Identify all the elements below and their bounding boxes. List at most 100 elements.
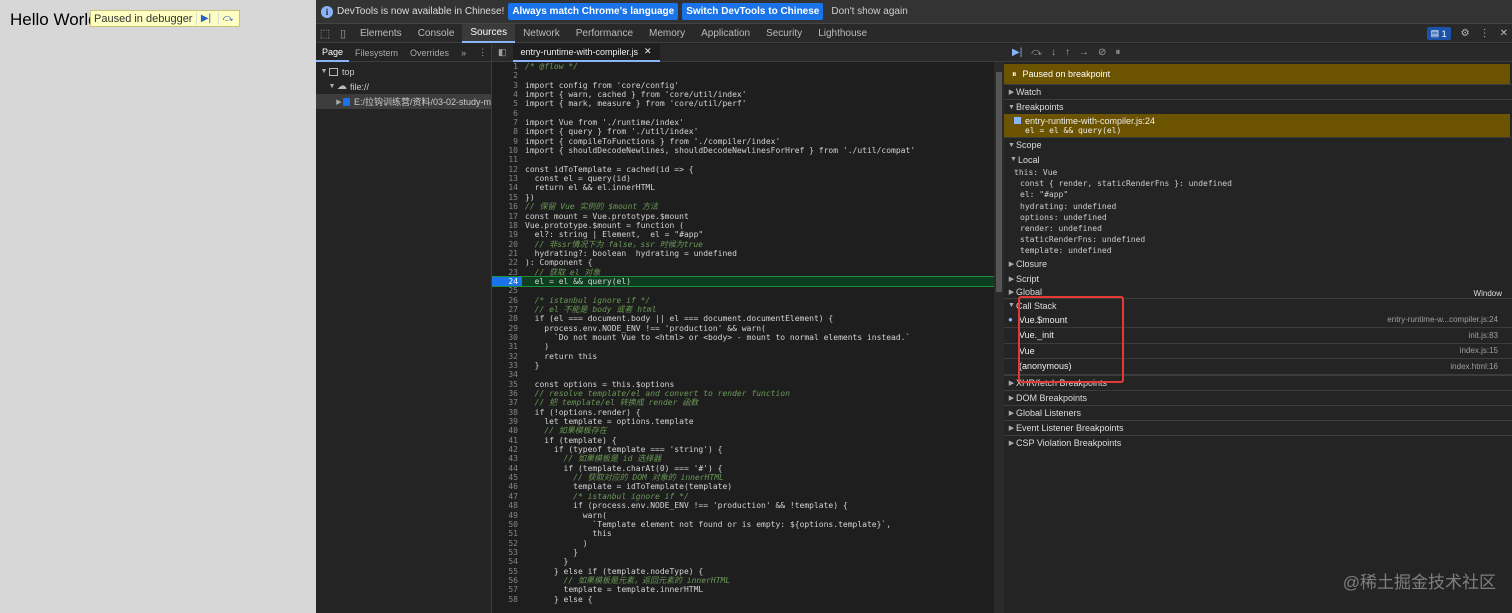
line-number[interactable]: 58 <box>492 595 522 604</box>
line-number[interactable]: 37 <box>492 398 522 407</box>
scope-variable[interactable]: template: undefined <box>1004 245 1512 256</box>
code-line[interactable]: 23 // 获取 el 对象 <box>492 268 994 277</box>
code-line[interactable]: 50 `Template element not found or is emp… <box>492 520 994 529</box>
call-frame[interactable]: Vue index.js:15 <box>1004 344 1512 359</box>
step-into-icon[interactable]: ↓ <box>1051 47 1056 58</box>
line-number[interactable]: 19 <box>492 230 522 239</box>
tab-memory[interactable]: Memory <box>641 24 693 43</box>
scope-variable[interactable]: el: "#app" <box>1004 189 1512 200</box>
line-number[interactable]: 36 <box>492 389 522 398</box>
scope-closure[interactable]: ▶ Closure <box>1004 257 1512 272</box>
nav-tab-filesystem[interactable]: Filesystem <box>349 44 404 62</box>
frame-location[interactable]: entry-runtime-w...compiler.js:24 <box>1387 315 1498 324</box>
more-options-icon[interactable]: ⋮ <box>1480 28 1490 39</box>
frame-location[interactable]: init.js:83 <box>1469 331 1498 340</box>
call-frame[interactable]: ● Vue.$mount entry-runtime-w...compiler.js… <box>1004 313 1512 328</box>
settings-icon[interactable]: ⚙ <box>1461 28 1470 39</box>
line-number[interactable]: 25 <box>492 286 522 295</box>
code-line[interactable]: 22): Component { <box>492 258 994 267</box>
step-icon[interactable]: → <box>1079 47 1089 58</box>
code-line[interactable]: 18 Vue.prototype.$mount = function ( <box>492 221 994 230</box>
nav-menu-icon[interactable]: ⋮ <box>472 44 493 62</box>
section-global-listeners[interactable]: ▶ Global Listeners <box>1004 404 1512 420</box>
line-number[interactable]: 6 <box>492 109 522 118</box>
switch-chinese-button[interactable]: Switch DevTools to Chinese <box>682 3 824 20</box>
code-line[interactable]: 27 // el 不能是 body 或者 html <box>492 305 994 314</box>
line-number[interactable]: 3 <box>492 81 522 90</box>
editor-file-tab[interactable]: entry-runtime-with-compiler.js ✕ <box>512 43 660 62</box>
line-number[interactable]: 29 <box>492 324 522 333</box>
pause-exceptions-icon[interactable]: ⏸ <box>1115 47 1120 58</box>
line-number[interactable]: 12 <box>492 165 522 174</box>
code-line[interactable]: 15}) <box>492 193 994 202</box>
line-number[interactable]: 4 <box>492 90 522 99</box>
code-line[interactable]: 44 if (template.charAt(0) === '#') { <box>492 464 994 473</box>
code-line[interactable]: 32 return this <box>492 352 994 361</box>
code-line[interactable]: 10 import { shouldDecodeNewlines, shouldD… <box>492 146 994 155</box>
section-event-listener-breakpoints[interactable]: ▶ Event Listener Breakpoints <box>1004 419 1512 435</box>
line-number[interactable]: 17 <box>492 212 522 221</box>
code-line[interactable]: 48 if (process.env.NODE_ENV !== 'product… <box>492 501 994 510</box>
code-line[interactable]: 53 } <box>492 548 994 557</box>
tab-lighthouse[interactable]: Lighthouse <box>810 24 875 43</box>
code-line[interactable]: 40 // 如果模板存在 <box>492 426 994 435</box>
tab-application[interactable]: Application <box>693 24 758 43</box>
code-line[interactable]: 16// 保留 Vue 实例的 $mount 方法 <box>492 202 994 211</box>
line-number[interactable]: 14 <box>492 183 522 192</box>
line-number[interactable]: 21 <box>492 249 522 258</box>
step-over-icon[interactable]: ⤼ <box>1031 47 1042 58</box>
inspect-icon[interactable]: ⬚ <box>316 24 334 42</box>
tab-security[interactable]: Security <box>758 24 810 43</box>
code-line[interactable]: 5 import { mark, measure } from 'core/uti… <box>492 99 994 108</box>
step-over-icon[interactable]: ⤼ <box>218 12 236 25</box>
line-number[interactable]: 20 <box>492 240 522 249</box>
line-number[interactable]: 55 <box>492 567 522 576</box>
line-number[interactable]: 24 <box>492 276 522 287</box>
line-number[interactable]: 46 <box>492 482 522 491</box>
code-line[interactable]: 55 } else if (template.nodeType) { <box>492 567 994 576</box>
line-number[interactable]: 41 <box>492 436 522 445</box>
close-icon[interactable]: ✕ <box>1500 28 1508 39</box>
resume-icon[interactable]: ▶| <box>1012 47 1022 58</box>
call-frame[interactable]: (anonymous) index.html:16 <box>1004 359 1512 375</box>
line-number[interactable]: 7 <box>492 118 522 127</box>
line-number[interactable]: 42 <box>492 445 522 454</box>
issues-badge[interactable]: ▤ 1 <box>1426 27 1451 40</box>
line-number[interactable]: 23 <box>492 268 522 277</box>
code-line[interactable]: 43 // 如果模板是 id 选择器 <box>492 454 994 463</box>
code-line[interactable]: 38 if (!options.render) { <box>492 408 994 417</box>
line-number[interactable]: 22 <box>492 258 522 267</box>
line-number[interactable]: 43 <box>492 454 522 463</box>
code-line[interactable]: 49 warn( <box>492 511 994 520</box>
line-number[interactable]: 13 <box>492 174 522 183</box>
line-number[interactable]: 16 <box>492 202 522 211</box>
tab-elements[interactable]: Elements <box>352 24 410 43</box>
tree-item-top[interactable]: ▼ top <box>316 64 491 79</box>
line-number[interactable]: 9 <box>492 137 522 146</box>
section-breakpoints[interactable]: ▼ Breakpoints <box>1004 99 1512 114</box>
line-number[interactable]: 54 <box>492 557 522 566</box>
code-line[interactable]: 51 this <box>492 529 994 538</box>
scope-variable[interactable]: const { render, staticRenderFns }: undef… <box>1004 178 1512 189</box>
nav-tab-page[interactable]: Page <box>316 44 350 62</box>
code-line[interactable]: 17 const mount = Vue.prototype.$mount <box>492 212 994 221</box>
tab-performance[interactable]: Performance <box>568 24 641 43</box>
tab-sources[interactable]: Sources <box>462 23 516 43</box>
line-number[interactable]: 8 <box>492 127 522 136</box>
line-number[interactable]: 47 <box>492 492 522 501</box>
code-line[interactable]: 21 hydrating?: boolean hydrating = undef… <box>492 249 994 258</box>
scope-global[interactable]: ▶ Global <box>1004 287 1512 298</box>
resume-icon[interactable]: ▶| <box>196 12 214 25</box>
line-number[interactable]: 30 <box>492 333 522 342</box>
code-line[interactable]: 13 const el = query(id) <box>492 174 994 183</box>
code-line[interactable]: 7 import Vue from './runtime/index' <box>492 118 994 127</box>
line-number[interactable]: 51 <box>492 529 522 538</box>
section-csp-violation-breakpoints[interactable]: ▶ CSP Violation Breakpoints <box>1004 434 1512 450</box>
line-number[interactable]: 11 <box>492 155 522 164</box>
line-number[interactable]: 38 <box>492 408 522 417</box>
code-line[interactable]: 52 ) <box>492 539 994 548</box>
code-line[interactable]: 34 <box>492 370 994 379</box>
code-line[interactable]: 29 process.env.NODE_ENV !== 'production'… <box>492 324 994 333</box>
line-number[interactable]: 45 <box>492 473 522 482</box>
section-scope[interactable]: ▼ Scope <box>1004 137 1512 152</box>
